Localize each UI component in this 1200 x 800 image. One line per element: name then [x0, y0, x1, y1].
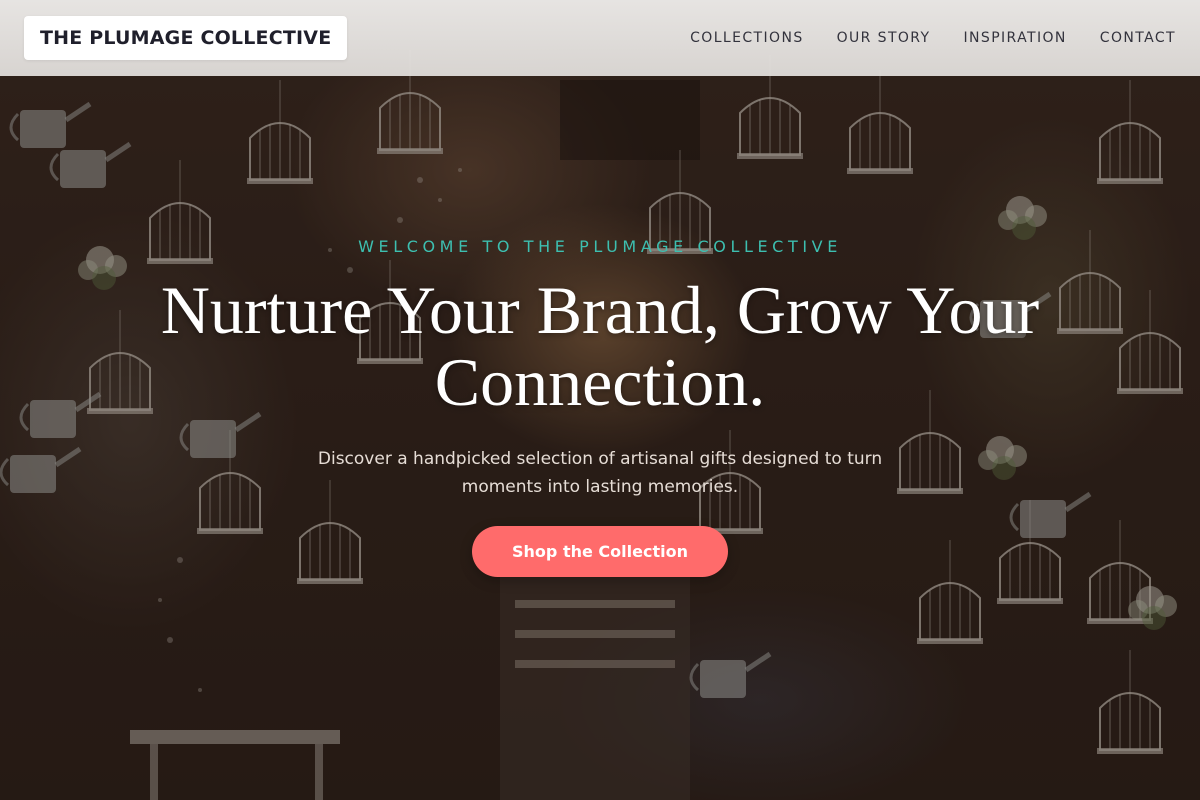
hero-eyebrow: WELCOME TO THE PLUMAGE COLLECTIVE	[358, 237, 842, 256]
nav-link-our-story[interactable]: OUR STORY	[837, 30, 931, 46]
hero-subtext: Discover a handpicked selection of artis…	[317, 449, 883, 497]
shop-collection-button[interactable]: Shop the Collection	[472, 526, 728, 577]
nav-link-collections[interactable]: COLLECTIONS	[690, 30, 803, 46]
site-logo[interactable]: THE PLUMAGE COLLECTIVE	[24, 16, 348, 60]
nav-link-inspiration[interactable]: INSPIRATION	[964, 30, 1067, 46]
site-header: THE PLUMAGE COLLECTIVE COLLECTIONS OUR S…	[0, 0, 1200, 76]
nav-link-contact[interactable]: CONTACT	[1100, 30, 1176, 46]
main-nav: COLLECTIONS OUR STORY INSPIRATION CONTAC…	[690, 30, 1176, 46]
hero-section: WELCOME TO THE PLUMAGE COLLECTIVE Nurtur…	[0, 0, 1200, 800]
hero-headline: Nurture Your Brand, Grow Your Connection…	[160, 272, 1040, 420]
page: THE PLUMAGE COLLECTIVE COLLECTIONS OUR S…	[0, 0, 1200, 800]
